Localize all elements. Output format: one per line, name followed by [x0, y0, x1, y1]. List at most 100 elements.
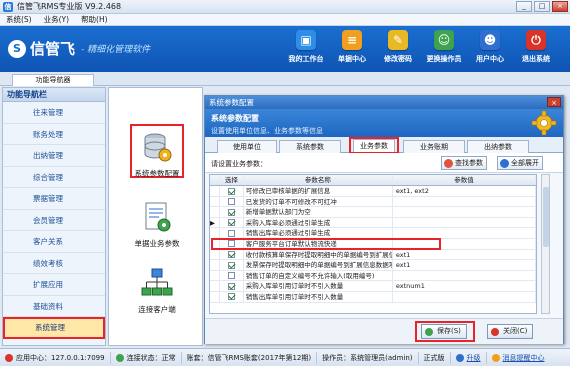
maximize-button[interactable]: □: [534, 1, 550, 12]
row-checkbox[interactable]: [227, 261, 235, 269]
system-config-dialog: 系统参数配置 × 系统参数配置 设置使用单位信息、业务参数等信息 使用单位 系统…: [204, 95, 564, 344]
change-password-button[interactable]: ✎ 修改密码: [378, 30, 418, 64]
document-icon: ≡: [342, 30, 362, 50]
param-value[interactable]: [393, 291, 536, 302]
sidebar-item-crm[interactable]: 客户关系: [3, 231, 105, 253]
tab-business-period[interactable]: 业务账期: [403, 140, 465, 153]
table-row[interactable]: 已发货的订单不可修改不可红冲: [210, 196, 536, 208]
row-checkbox[interactable]: [227, 282, 235, 290]
row-checkbox[interactable]: [227, 219, 235, 227]
param-name: 采购入库单必须通过引单生成: [244, 217, 393, 228]
menu-help[interactable]: 帮助(H): [81, 14, 108, 25]
menu-bar: 系统(S) 业务(Y) 帮助(H): [0, 14, 570, 26]
sidebar-item-performance[interactable]: 绩效考核: [3, 253, 105, 274]
brand-name: 信管飞: [30, 40, 76, 58]
param-name: 已发货的订单不可修改不可红冲: [244, 196, 393, 207]
grid-scrollbar[interactable]: [541, 174, 550, 314]
sidebar: 功能导航栏 往来管理 账务处理 出纳管理 综合管理 票据管理 会员管理 客户关系…: [2, 87, 106, 346]
tab-function-navigator[interactable]: 功能导航器: [12, 74, 94, 86]
param-name: 收付款核算单保存时提取明细中的单据编号到扩展信息数据: [244, 249, 393, 260]
table-row[interactable]: 发票保存时提取明细中的单据编号到扩展信息数据项 ext1: [210, 260, 536, 271]
param-value[interactable]: [393, 207, 536, 217]
document-settings-icon: [145, 202, 171, 232]
header-param-value: 参数值: [393, 175, 536, 185]
param-name: 新增单据默认部门为空: [244, 207, 393, 217]
dialog-close-button[interactable]: ×: [547, 97, 561, 107]
param-value[interactable]: ext1: [393, 249, 536, 260]
dialog-close-footer-button[interactable]: 关闭(C): [487, 324, 534, 339]
switch-operator-button[interactable]: ☺ 更换操作员: [424, 30, 464, 64]
menu-system[interactable]: 系统(S): [6, 14, 32, 25]
user-center-button[interactable]: ☻ 用户中心: [470, 30, 510, 64]
workbench-button[interactable]: ▣ 我的工作台: [286, 30, 326, 64]
tab-strip: 功能导航器: [0, 72, 570, 86]
user-switch-icon: ☺: [434, 30, 454, 50]
sidebar-item-cashier[interactable]: 出纳管理: [3, 145, 105, 167]
dialog-title: 系统参数配置: [209, 98, 254, 107]
param-value[interactable]: ext1: [393, 260, 536, 270]
table-row[interactable]: 采购入库单引用订单时不引入数量 extnum1: [210, 281, 536, 292]
param-value[interactable]: [393, 217, 536, 228]
status-upgrade[interactable]: 升级: [451, 351, 487, 364]
table-row[interactable]: 销售出库单引用订单时不引入数量: [210, 291, 536, 303]
window-controls: _ □ ×: [516, 1, 568, 12]
param-value[interactable]: [393, 270, 536, 281]
dialog-header: 系统参数配置 设置使用单位信息、业务参数等信息: [205, 109, 563, 137]
tab-system-params[interactable]: 系统参数: [279, 140, 341, 153]
sidebar-item-accounting[interactable]: 账务处理: [3, 124, 105, 145]
param-value[interactable]: ext1, ext2: [393, 186, 536, 196]
sidebar-item-system-management[interactable]: 系统管理: [3, 317, 105, 339]
minimize-button[interactable]: _: [516, 1, 532, 12]
expand-all-button[interactable]: 全部展开: [497, 156, 543, 170]
sidebar-item-bills[interactable]: 票据管理: [3, 188, 105, 210]
status-bar: 应用中心：127.0.0.1:7099 连接状态：正常 账套：信管飞RMS账套(…: [0, 348, 570, 366]
scrollbar-thumb[interactable]: [543, 187, 549, 247]
dialog-header-title: 系统参数配置: [211, 114, 259, 123]
title-bar: 信 信管飞RMS专业版 V9.2.468 _ □ ×: [0, 0, 570, 14]
param-value[interactable]: [393, 196, 536, 207]
find-params-button[interactable]: 查找参数: [441, 156, 487, 170]
sidebar-item-contacts[interactable]: 往来管理: [3, 102, 105, 124]
row-checkbox[interactable]: [227, 251, 235, 259]
sidebar-item-members[interactable]: 会员管理: [3, 210, 105, 231]
module-panel: 系统参数配置 单据业务参数 连接客户端: [108, 87, 203, 346]
param-value[interactable]: extnum1: [393, 281, 536, 291]
database-config-icon: [144, 133, 172, 162]
table-row[interactable]: 收付款核算单保存时提取明细中的单据编号到扩展信息数据ext1: [210, 249, 536, 261]
status-edition: 正式版: [419, 351, 451, 364]
save-button[interactable]: 保存(S): [421, 324, 467, 339]
row-checkbox[interactable]: [227, 293, 235, 301]
status-message-center[interactable]: 消息提醒中心: [487, 352, 550, 364]
table-row[interactable]: 可修改已审核单据的扩展信息 ext1, ext2: [210, 186, 536, 197]
row-checkbox[interactable]: [227, 208, 235, 216]
row-checkbox[interactable]: [227, 229, 235, 237]
sidebar-item-basic-data[interactable]: 基础资料: [3, 296, 105, 317]
menu-business[interactable]: 业务(Y): [44, 14, 69, 25]
tab-cashier-params[interactable]: 出纳参数: [467, 140, 529, 153]
connection-ok-icon: [115, 353, 124, 362]
status-app-center: 应用中心：127.0.0.1:7099: [0, 351, 111, 364]
param-value[interactable]: [393, 228, 536, 238]
table-row[interactable]: ▶ 采购入库单必须通过引单生成: [210, 217, 536, 229]
module-connect-client[interactable]: 连接客户端: [114, 266, 200, 315]
exit-system-button[interactable]: ⏻ 退出系统: [516, 30, 556, 64]
document-center-button[interactable]: ≡ 单据中心: [332, 30, 372, 64]
table-row[interactable]: 新增单据默认部门为空: [210, 207, 536, 218]
module-system-config[interactable]: 系统参数配置: [114, 130, 200, 179]
upgrade-icon: [455, 353, 464, 362]
row-checkbox[interactable]: [227, 187, 235, 195]
sidebar-item-general[interactable]: 综合管理: [3, 167, 105, 188]
message-icon: [491, 353, 500, 362]
sidebar-item-extensions[interactable]: 扩展应用: [3, 274, 105, 296]
status-connection: 连接状态：正常: [111, 351, 182, 364]
app-logo-icon: 信: [3, 1, 13, 12]
tab-organization[interactable]: 使用单位: [217, 140, 277, 153]
params-grid: 选择 参数名称 参数值 可修改已审核单据的扩展信息 ext1, ext2 已发货的订…: [209, 174, 537, 314]
table-row[interactable]: 销售订单的自定义编号不允许输入(取用编号): [210, 270, 536, 282]
row-checkbox[interactable]: [227, 198, 235, 206]
status-operator: 操作员：系统管理员(admin): [317, 351, 419, 364]
toolbar: ▣ 我的工作台 ≡ 单据中心 ✎ 修改密码 ☺ 更换操作员 ☻ 用户中心 ⏻ 退…: [286, 30, 556, 64]
close-button[interactable]: ×: [552, 1, 568, 12]
module-document-params[interactable]: 单据业务参数: [114, 200, 200, 249]
row-checkbox[interactable]: [227, 272, 235, 280]
